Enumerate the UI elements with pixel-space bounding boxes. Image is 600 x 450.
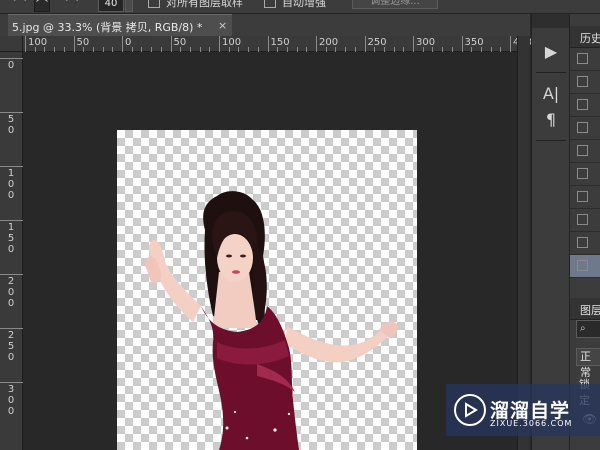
history-state-row[interactable] [570, 71, 600, 94]
history-state-row[interactable] [570, 140, 600, 163]
cutout-woman-image [145, 191, 398, 450]
history-source-checkbox[interactable] [577, 53, 588, 64]
ruler-tick [0, 328, 23, 329]
ruler-tick [461, 36, 463, 52]
close-icon[interactable]: × [218, 19, 227, 32]
sample-all-layers-label: 对所有图层取样 [166, 0, 243, 9]
history-state-row[interactable] [570, 209, 600, 232]
history-source-checkbox[interactable] [577, 99, 588, 110]
history-state-row[interactable] [570, 163, 600, 186]
horizontal-ruler[interactable]: 10050050100150200250300350400 [23, 36, 550, 52]
ruler-tick [413, 36, 414, 52]
quick-selection-subtract-icon[interactable]: ⌒ [64, 0, 80, 12]
dock-separator [536, 72, 566, 73]
quick-selection-new-icon[interactable]: ⌒ [12, 0, 28, 12]
ruler-tick [0, 382, 23, 383]
ruler-label: 1 0 0 [7, 168, 15, 201]
ruler-tick [0, 274, 23, 275]
ruler-label: 0 [125, 37, 132, 48]
history-source-checkbox[interactable] [577, 168, 588, 179]
ruler-label: 5 0 [7, 114, 15, 136]
ruler-tick [510, 36, 511, 52]
sample-all-layers-checkbox[interactable] [148, 0, 160, 8]
ruler-tick [122, 36, 123, 52]
ruler-label: 1 5 0 [7, 222, 15, 255]
photoshop-window: ⌒ ⌒ ⌒ 40 对所有图层取样 自动增强 调整边缘... 5.jpg @ 33… [0, 0, 600, 450]
document-tab-bar: 5.jpg @ 33.3% (背景 拷贝, RGB/8) * × [0, 14, 530, 36]
history-source-checkbox[interactable] [577, 237, 588, 248]
history-state-row[interactable] [570, 186, 600, 209]
ruler-tick [170, 36, 172, 52]
ruler-tick [25, 36, 26, 52]
document-tab[interactable]: 5.jpg @ 33.3% (背景 拷贝, RGB/8) * × [8, 14, 232, 36]
history-source-checkbox[interactable] [577, 145, 588, 156]
layers-panel-title: 图层 [580, 304, 600, 317]
document-canvas[interactable] [117, 130, 417, 450]
ruler-tick [0, 58, 23, 59]
dock-collapse-bar[interactable] [532, 14, 570, 28]
ruler-label: 3 0 0 [7, 384, 15, 417]
quick-selection-add-icon[interactable]: ⌒ [34, 0, 50, 12]
play-icon [465, 402, 478, 418]
history-state-row[interactable] [570, 94, 600, 117]
layers-panel-header[interactable]: 图层 [570, 298, 600, 320]
ruler-tick [73, 36, 75, 52]
refine-edge-button[interactable]: 调整边缘... [352, 0, 438, 9]
blend-mode-select[interactable]: 正常 [576, 348, 600, 379]
history-source-checkbox[interactable] [577, 214, 588, 225]
document-tab-title: 5.jpg @ 33.3% (背景 拷贝, RGB/8) * [12, 21, 203, 34]
canvas-area[interactable] [23, 52, 517, 450]
paragraph-icon[interactable]: ¶ [538, 108, 564, 132]
watermark-domain: ZIXUE.3066.COM [490, 419, 573, 428]
history-source-checkbox[interactable] [577, 76, 588, 87]
options-bar: ⌒ ⌒ ⌒ 40 对所有图层取样 自动增强 调整边缘... [0, 0, 600, 14]
brush-size-field[interactable]: 40 [98, 0, 124, 12]
ruler-tick [219, 36, 220, 52]
ruler-tick [316, 36, 317, 52]
watermark-badge: 溜溜自学 ZIXUE.3066.COM [446, 384, 600, 436]
ruler-tick [267, 36, 269, 52]
dock-separator [536, 140, 566, 141]
history-panel-header[interactable]: 历史 [570, 26, 600, 48]
character-icon[interactable]: A| [538, 82, 564, 106]
history-state-row[interactable] [570, 255, 600, 278]
ruler-tick [0, 112, 23, 113]
ruler-tick [0, 220, 23, 221]
brush-size-dropdown[interactable] [125, 0, 133, 12]
history-panel-title: 历史 [580, 32, 600, 45]
ruler-label: 2 5 0 [7, 330, 15, 363]
watermark-logo-icon [454, 394, 486, 426]
ruler-corner[interactable] [0, 36, 23, 52]
ruler-tick [364, 36, 366, 52]
history-source-checkbox[interactable] [577, 122, 588, 133]
history-source-checkbox[interactable] [577, 260, 588, 271]
auto-enhance-label: 自动增强 [282, 0, 326, 9]
history-state-row[interactable] [570, 117, 600, 140]
history-state-row[interactable] [570, 48, 600, 71]
ruler-label: 0 [7, 60, 15, 71]
ruler-tick [0, 166, 23, 167]
layer-filter-search[interactable]: ⌕ [576, 320, 600, 338]
history-source-checkbox[interactable] [577, 191, 588, 202]
auto-enhance-checkbox[interactable] [264, 0, 276, 8]
play-icon[interactable]: ▶ [538, 40, 564, 64]
vertical-ruler[interactable]: 0 5 0 1 0 0 1 5 0 2 0 0 2 5 0 3 0 0 [0, 52, 23, 450]
history-state-row[interactable] [570, 232, 600, 255]
ruler-label: 2 0 0 [7, 276, 15, 309]
